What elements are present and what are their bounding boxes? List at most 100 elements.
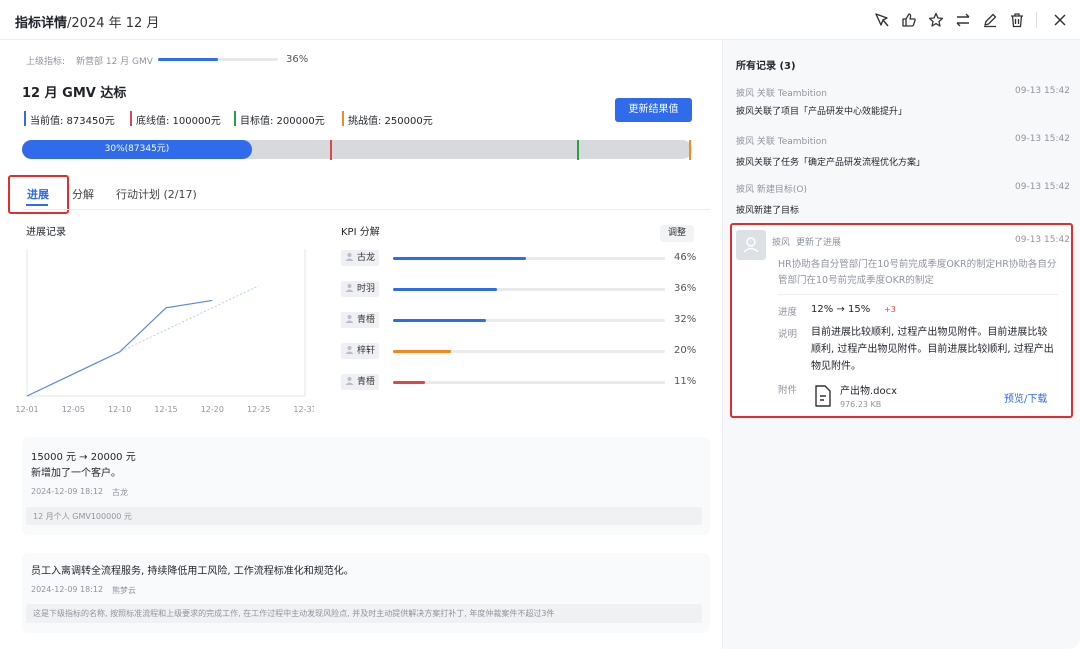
kpi-track	[393, 257, 665, 260]
target-marker	[577, 140, 579, 160]
update-change: 15000 元 → 20000 元	[31, 452, 136, 463]
metric-progress-fill: 30%(87345元)	[22, 140, 252, 159]
kpi-title: KPI 分解	[341, 227, 380, 238]
kpi-row: 时羽 36%	[341, 281, 701, 297]
update-user: 古龙	[112, 488, 128, 497]
record-text[interactable]: 披风关联了项目「产品研发中心效能提升」	[736, 104, 907, 117]
metric-value-label: 底线值: 100000元	[136, 116, 221, 127]
tab-action-plan[interactable]: 行动计划 (2/17)	[116, 186, 197, 202]
tabs-divider	[22, 209, 710, 210]
detail-desc: 目前进展比较顺利, 过程产出物见附件。目前进展比较顺利, 过程产出物见附件。目前…	[811, 327, 1054, 372]
update-user: 熊梦云	[112, 586, 136, 595]
x-tick-label: 12-15	[154, 405, 177, 414]
record-time: 09-13 15:42	[1015, 86, 1070, 96]
parent-metric-label: 上级指标:	[26, 57, 66, 67]
detail-action: 更新了进展	[796, 238, 842, 248]
records-title: 所有记录 (3)	[736, 61, 796, 72]
record-text[interactable]: 披风关联了任务「确定产品研发流程优化方案」	[736, 155, 925, 168]
close-icon[interactable]	[1051, 11, 1069, 29]
kpi-member-name: 青梧	[357, 377, 376, 387]
detail-objective[interactable]: HR协助各自分管部门在10号前完成季度OKR的制定HR协助各自分管部门在10号前…	[778, 257, 1058, 289]
kpi-row: 梓轩 20%	[341, 343, 701, 359]
update-card: 15000 元 → 20000 元 新增加了一个客户。 2024-12-09 1…	[22, 437, 710, 535]
kpi-percent: 46%	[674, 252, 697, 263]
metric-value-color-bar	[342, 111, 344, 126]
metric-value-label: 目标值: 200000元	[240, 116, 325, 127]
kpi-member[interactable]: 古龙	[341, 250, 379, 266]
baseline-marker	[330, 140, 332, 160]
star-icon[interactable]	[927, 11, 945, 29]
record-meta: 披风 关联 Teambition	[736, 89, 827, 99]
header-divider	[1036, 12, 1037, 28]
x-tick-label: 12-05	[62, 405, 85, 414]
parent-progress-track	[158, 58, 278, 61]
user-icon	[345, 346, 354, 354]
x-tick-label: 12-20	[201, 405, 224, 414]
x-tick-label: 12-01	[15, 405, 38, 414]
detail-card: HR协助各自分管部门在10号前完成季度OKR的制定HR协助各自分管部门在10号前…	[772, 252, 1068, 414]
metric-value-color-bar	[234, 111, 236, 126]
progress-line-chart: 12-01 12-05 12-10 12-15 12-20 12-25 12-31	[15, 249, 314, 414]
detail-attach-label: 附件	[778, 385, 798, 396]
update-card: 员工入离调转全流程服务, 持续降低用工风险, 工作流程标准化和规范化。 2024…	[22, 553, 710, 633]
kpi-row: 青梧 11%	[341, 374, 701, 390]
kpi-member[interactable]: 时羽	[341, 281, 379, 297]
transfer-icon[interactable]	[954, 11, 972, 29]
kpi-member[interactable]: 青梧	[341, 312, 379, 328]
update-desc: 新增加了一个客户。	[31, 468, 121, 479]
detail-delta: +3	[884, 305, 896, 314]
kpi-member[interactable]: 青梧	[341, 374, 379, 390]
detail-time: 09-13 15:42	[1015, 235, 1070, 245]
kpi-percent: 11%	[674, 376, 697, 387]
progress-line	[26, 299, 213, 397]
record-text[interactable]: 披风新建了目标	[736, 203, 799, 216]
detail-progress-change: 12% → 15%	[811, 304, 871, 315]
update-time: 2024-12-09 18:12	[31, 487, 104, 496]
thumbs-up-icon[interactable]	[900, 11, 918, 29]
record-time: 09-13 15:42	[1015, 134, 1070, 144]
record-meta: 披风 关联 Teambition	[736, 137, 827, 147]
update-result-button[interactable]: 更新结果值	[615, 98, 692, 122]
kpi-member[interactable]: 梓轩	[341, 343, 379, 359]
update-desc: 员工入离调转全流程服务, 持续降低用工风险, 工作流程标准化和规范化。	[31, 566, 354, 577]
x-tick-label: 12-31	[293, 405, 314, 414]
user-icon	[345, 315, 354, 323]
kpi-member-name: 时羽	[357, 284, 376, 294]
kpi-fill	[393, 381, 425, 384]
kpi-track	[393, 319, 665, 322]
kpi-percent: 36%	[674, 283, 697, 294]
x-tick-label: 12-25	[247, 405, 270, 414]
trash-icon[interactable]	[1008, 11, 1026, 29]
user-icon	[345, 377, 354, 385]
progress-chart-title: 进展记录	[26, 227, 66, 238]
attachment-size: 976.23 KB	[840, 400, 882, 409]
metric-value-label: 当前值: 873450元	[30, 116, 115, 127]
user-icon	[743, 237, 759, 253]
kpi-percent: 32%	[674, 314, 697, 325]
detail-window: 指标详情 /2024 年 12 月 上级指标: 新营部 12 月 GMV 36%…	[0, 0, 1080, 649]
kpi-track	[393, 381, 665, 384]
pin-icon[interactable]	[873, 11, 891, 29]
user-icon	[345, 253, 354, 261]
edit-icon[interactable]	[981, 11, 999, 29]
header-bar: 指标详情 /2024 年 12 月	[0, 0, 1080, 40]
page-subtitle: /2024 年 12 月	[67, 16, 160, 31]
update-note[interactable]: 12 月个人 GMV100000 元	[33, 511, 132, 522]
preview-download-link[interactable]: 预览/下载	[1004, 390, 1047, 405]
kpi-fill	[393, 319, 486, 322]
kpi-member-name: 青梧	[357, 315, 376, 325]
parent-percent: 36%	[286, 54, 309, 65]
kpi-member-name: 梓轩	[357, 346, 376, 356]
tab-breakdown[interactable]: 分解	[72, 186, 94, 202]
kpi-row: 古龙 46%	[341, 250, 701, 266]
parent-metric-name[interactable]: 新营部 12 月 GMV	[76, 54, 153, 67]
update-note-box: 12 月个人 GMV100000 元	[26, 507, 702, 525]
user-icon	[345, 284, 354, 292]
kpi-adjust-button[interactable]: 调整	[660, 225, 694, 242]
attachment-name[interactable]: 产出物.docx	[840, 382, 897, 397]
avatar	[736, 230, 766, 260]
update-note[interactable]: 这是下级指标的名称, 按照标准流程和上级要求的完成工作, 在工作过程中主动发现风…	[33, 608, 554, 619]
detail-user: 披风	[772, 238, 791, 248]
update-note-box: 这是下级指标的名称, 按照标准流程和上级要求的完成工作, 在工作过程中主动发现风…	[26, 604, 702, 623]
metric-title: 12 月 GMV 达标	[22, 86, 127, 101]
